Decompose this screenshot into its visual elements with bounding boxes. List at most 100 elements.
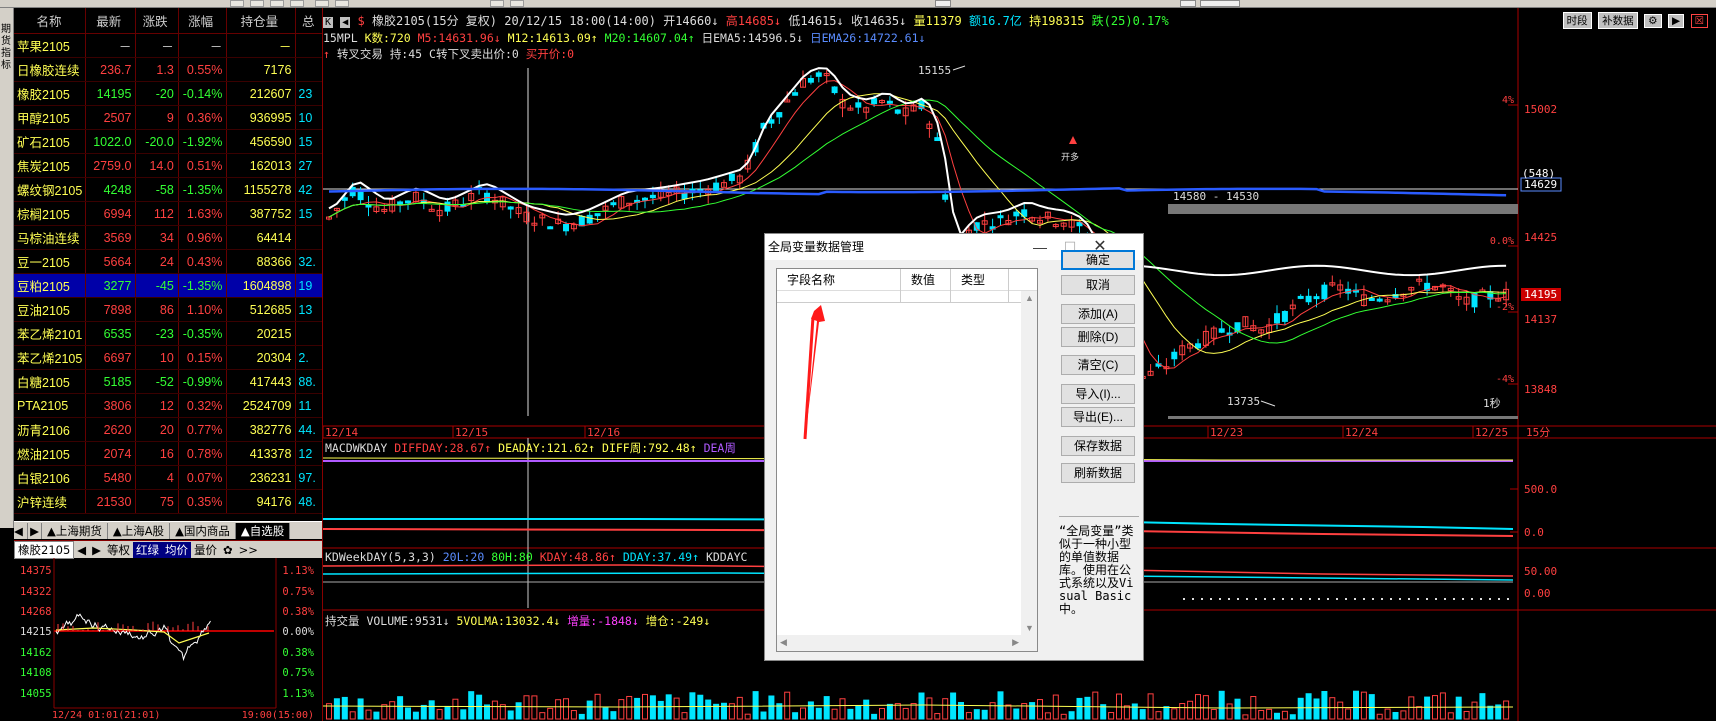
chart-left-icon[interactable]: ◀ (340, 17, 351, 28)
quote-row[interactable]: 豆粕2105 3277 -45 -1.35% 1604898 19 (14, 274, 322, 298)
mini-red-green[interactable]: 红绿 (133, 541, 162, 558)
refresh-data-button[interactable]: 刷新数据 (1061, 463, 1135, 483)
low-annotation: 13735 (1227, 395, 1260, 408)
arrow-down-icon: ↓ (442, 614, 450, 628)
ok-button[interactable]: 确定 (1061, 250, 1135, 270)
chart-kind-icon[interactable]: K (323, 17, 334, 28)
volume-bar (436, 709, 443, 720)
toolbar-dropdown[interactable] (1200, 0, 1240, 7)
volume-bar (1274, 712, 1280, 720)
cancel-button[interactable]: 取消 (1061, 275, 1135, 295)
toolbar-button[interactable] (250, 0, 264, 7)
col-header-price[interactable]: 最新 (86, 8, 137, 33)
kd-dot (1183, 598, 1185, 600)
toolbar-button[interactable] (315, 0, 329, 7)
side-strip[interactable]: 期货指标 (0, 8, 14, 528)
quote-row[interactable]: 日橡胶连续 236.7 1.3 0.55% 7176 (14, 58, 322, 82)
mini-price-label: 14268 (20, 606, 52, 618)
volume-bar (476, 694, 483, 720)
quote-row[interactable]: 苹果2105 －－－－ (14, 34, 322, 58)
mini-vol-price[interactable]: 量价 (191, 542, 220, 558)
quote-price: 2620 (86, 418, 137, 441)
quote-oi: 7176 (227, 58, 297, 81)
quote-row[interactable]: 橡胶2105 14195 -20 -0.14% 212607 23 (14, 82, 322, 106)
quote-change: -20.0 (136, 130, 179, 153)
mini-avg-price[interactable]: 均价 (162, 541, 191, 558)
toolbar-button[interactable] (290, 0, 304, 7)
quote-name: 燃油2105 (14, 442, 87, 465)
volume-bar (1400, 710, 1407, 720)
mini-prev-icon[interactable]: ◀ (74, 543, 89, 557)
toolbar-button[interactable] (490, 0, 504, 7)
fill-data-button[interactable]: 补数据 (1598, 12, 1638, 29)
quote-row[interactable]: 棕榈2105 6994 112 1.63% 387752 15 (14, 202, 322, 226)
volume-bar (1345, 708, 1352, 720)
tab-shanghai-a[interactable]: ▲上海A股 (108, 522, 171, 539)
add-button[interactable]: 添加(A) (1061, 304, 1135, 324)
candle-body (594, 213, 601, 217)
quote-row[interactable]: 燃油2105 2074 16 0.78% 413378 12 (14, 442, 322, 466)
col-header-pct[interactable]: 涨幅 (179, 8, 228, 33)
col-header-change[interactable]: 涨跌 (136, 8, 179, 33)
col-header-name[interactable]: 名称 (14, 8, 87, 33)
tab-watchlist[interactable]: ▲自选股 (235, 522, 291, 539)
quote-row[interactable]: PTA2105 3806 12 0.32% 2524709 11 (14, 394, 322, 418)
quote-row[interactable]: 焦炭2105 2759.0 14.0 0.51% 162013 27 (14, 154, 322, 178)
toolbar-button[interactable] (270, 0, 284, 7)
quote-row[interactable]: 马棕油连续 3569 34 0.96% 64414 (14, 226, 322, 250)
volume-bar (1360, 691, 1367, 720)
candle-body (942, 194, 949, 200)
delete-button[interactable]: 删除(D) (1061, 327, 1135, 347)
volume-bar (428, 700, 435, 720)
quote-change: 14.0 (136, 154, 179, 177)
settings-icon[interactable]: ⚙ (1644, 14, 1662, 28)
variable-list[interactable]: 字段名称 数值 类型 ▲ ▼ ◀ ▶ (776, 268, 1038, 652)
mini-eq-weight[interactable]: 等权 (104, 542, 133, 558)
tab-scroll-left[interactable]: ◀ (14, 522, 28, 539)
toolbar-button[interactable] (1180, 0, 1196, 7)
toolbar-button[interactable] (935, 0, 951, 7)
col-header-oi[interactable]: 持仓量 (227, 8, 297, 33)
volume-bar (349, 711, 356, 720)
mini-settings-icon[interactable]: ✿ (220, 543, 236, 557)
clear-button[interactable]: 清空(C) (1061, 355, 1135, 375)
tab-shanghai-futures[interactable]: ▲上海期货 (42, 522, 108, 539)
tab-domestic-commodities[interactable]: ▲国内商品 (170, 522, 236, 539)
next-icon[interactable]: ▶ (1668, 14, 1685, 28)
candle-body (997, 215, 1004, 219)
quote-row[interactable]: 豆油2105 7898 86 1.10% 512685 13 (14, 298, 322, 322)
quote-row[interactable]: 螺纹钢2105 4248 -58 -1.35% 1155278 42 (14, 178, 322, 202)
quote-row[interactable]: 沥青2106 2620 20 0.77% 382776 44. (14, 418, 322, 442)
range-bar (1168, 204, 1518, 214)
quote-row[interactable]: 苯乙烯2101 6535 -23 -0.35% 20215 (14, 322, 322, 346)
quote-row[interactable]: 豆一2105 5664 24 0.43% 88366 32. (14, 250, 322, 274)
mini-next-icon[interactable]: ▶ (89, 543, 104, 557)
vol-label: 持交量 (325, 614, 360, 628)
volume-bar (578, 713, 585, 720)
col-header-total[interactable]: 总 (296, 8, 322, 33)
toolbar-button[interactable] (230, 0, 244, 7)
volume-bar (1171, 708, 1178, 720)
quote-total: 19 (298, 278, 313, 293)
period-button[interactable]: 时段 (1562, 12, 1592, 29)
quote-row[interactable]: 甲醇2105 2507 9 0.36% 936995 10 (14, 106, 322, 130)
quote-oi: 456590 (227, 130, 297, 153)
mini-symbol[interactable]: 橡胶2105 (14, 540, 75, 559)
toolbar-button[interactable] (335, 0, 349, 7)
quote-row[interactable]: 沪锌连续 21530 75 0.35% 94176 48. (14, 490, 322, 514)
quote-row[interactable]: 白糖2105 5185 -52 -0.99% 417443 88. (14, 370, 322, 394)
import-button[interactable]: 导入(I)... (1061, 384, 1135, 404)
side-strip-label: 期货指标 (1, 24, 11, 71)
arrow-down-icon: ↓ (773, 14, 782, 28)
close-icon[interactable]: ☒ (1690, 14, 1708, 28)
kd-label: KDWeekDAY(5,3,3) (325, 550, 436, 564)
quote-row[interactable]: 白银2106 5480 4 0.07% 236231 97. (14, 466, 322, 490)
save-data-button[interactable]: 保存数据 (1061, 436, 1135, 456)
toolbar-button[interactable] (510, 0, 524, 7)
minimize-icon[interactable]: — (1025, 234, 1055, 260)
tab-scroll-right[interactable]: ▶ (28, 522, 42, 539)
quote-row[interactable]: 矿石2105 1022.0 -20.0 -1.92% 456590 15 (14, 130, 322, 154)
mini-more-icon[interactable]: >> (236, 543, 261, 557)
quote-row[interactable]: 苯乙烯2105 6697 10 0.15% 20304 2. (14, 346, 322, 370)
export-button[interactable]: 导出(E)... (1061, 407, 1135, 427)
